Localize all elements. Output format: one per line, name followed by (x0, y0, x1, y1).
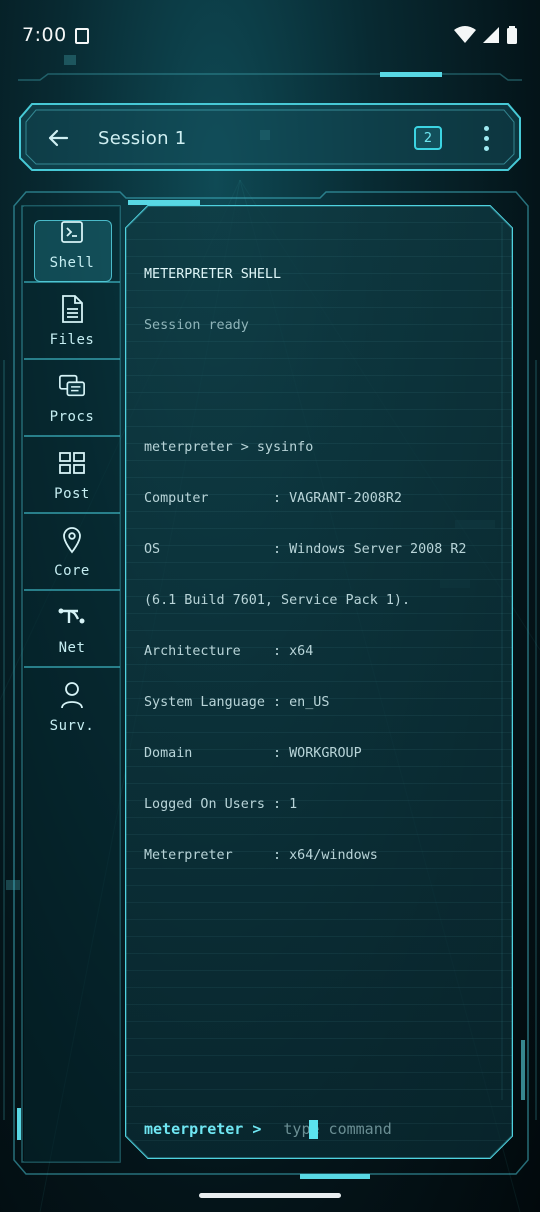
prompt-label: meterpreter > (144, 1120, 262, 1138)
battery-icon (507, 26, 517, 44)
sidebar-item-files[interactable]: Files (24, 283, 120, 360)
home-indicator[interactable] (199, 1193, 341, 1198)
terminal-line: Domain : WORKGROUP (144, 746, 362, 761)
terminal-line: (6.1 Build 7601, Service Pack 1). (144, 593, 411, 608)
sim-card-icon (74, 28, 89, 44)
sidebar-item-shell[interactable]: Shell (24, 206, 120, 283)
session-title: Session 1 (98, 127, 187, 149)
more-vert-icon-dot (483, 145, 489, 151)
session-count-badge[interactable]: 2 (414, 126, 442, 150)
cellular-signal-icon (483, 27, 499, 43)
status-icons (454, 26, 518, 44)
file-icon (58, 294, 86, 324)
terminal-panel: METERPRETER SHELL Session ready meterpre… (126, 206, 512, 1158)
terminal-line: Computer : VAGRANT-2008R2 (144, 491, 402, 506)
sidebar-item-label: Shell (49, 254, 95, 271)
command-row: meterpreter > (144, 1120, 494, 1139)
processes-icon (58, 371, 86, 401)
sidebar-item-net[interactable]: Net (24, 591, 120, 668)
terminal-line: OS : Windows Server 2008 R2 (144, 542, 467, 557)
terminal-header: METERPRETER SHELL (144, 267, 282, 282)
wifi-icon (454, 26, 476, 43)
status-time: 7:00 (22, 24, 67, 46)
sidebar-nav: Shell Files Procs Post Core Net Surv. (24, 206, 120, 1162)
overflow-menu-button[interactable] (464, 114, 508, 162)
sidebar-item-post[interactable]: Post (24, 437, 120, 514)
sidebar-item-label: Core (54, 562, 90, 579)
terminal-icon (58, 217, 86, 247)
person-icon (58, 680, 86, 710)
sidebar-item-label: Surv. (49, 717, 95, 734)
sidebar-item-label: Net (58, 639, 86, 656)
terminal-line: Architecture : x64 (144, 644, 314, 659)
sidebar-item-label: Files (49, 331, 95, 348)
text-cursor (309, 1120, 318, 1139)
location-pin-icon (58, 525, 86, 555)
terminal-line: meterpreter > sysinfo (144, 440, 314, 455)
terminal-line: System Language : en_US (144, 695, 330, 710)
terminal-subheader: Session ready (144, 318, 249, 333)
sidebar-item-label: Procs (49, 408, 95, 425)
terminal-line: Logged On Users : 1 (144, 797, 298, 812)
app-bar: Session 1 2 (24, 110, 516, 166)
sidebar-item-label: Post (54, 485, 90, 502)
network-icon (58, 602, 86, 632)
sidebar-item-core[interactable]: Core (24, 514, 120, 591)
arrow-back-icon (48, 129, 69, 147)
sidebar-item-procs[interactable]: Procs (24, 360, 120, 437)
terminal-output: METERPRETER SHELL Session ready meterpre… (144, 232, 494, 898)
more-vert-icon-dot (483, 135, 489, 141)
sidebar-item-surveillance[interactable]: Surv. (24, 668, 120, 745)
grid-icon (58, 448, 86, 478)
status-bar: 7:00 (0, 0, 540, 70)
terminal-line: Meterpreter : x64/windows (144, 848, 378, 863)
back-button[interactable] (34, 114, 82, 162)
more-vert-icon (483, 125, 489, 131)
